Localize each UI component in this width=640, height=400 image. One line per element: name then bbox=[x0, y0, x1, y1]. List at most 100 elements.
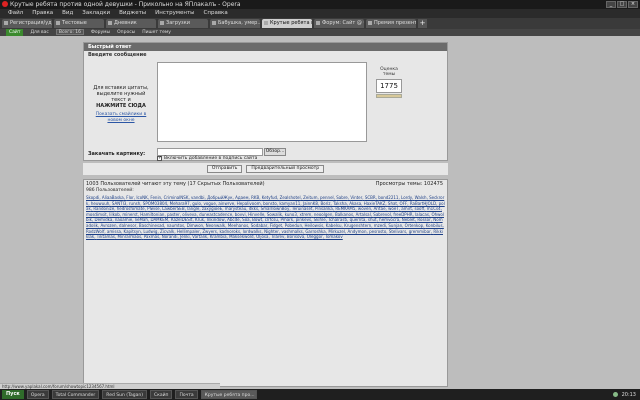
user-link[interactable]: Neonwalk bbox=[206, 223, 226, 228]
user-link[interactable]: Meehanos bbox=[228, 223, 248, 228]
user-link[interactable]: ДобрыйЖук bbox=[207, 195, 232, 200]
user-link[interactable]: SCBR bbox=[365, 195, 376, 200]
taskbar-item[interactable]: Скайп bbox=[150, 390, 173, 399]
user-link[interactable]: Akasa bbox=[349, 201, 361, 206]
user-link[interactable]: Ortenkop bbox=[405, 223, 424, 228]
user-link[interactable]: Hamiltonian bbox=[140, 212, 164, 217]
user-link[interactable]: Pobedun bbox=[285, 223, 302, 228]
user-link[interactable]: OFF bbox=[400, 201, 408, 206]
taskbar-item[interactable]: Red Sun (Tagan) bbox=[102, 390, 147, 399]
user-link[interactable]: oliveva bbox=[182, 212, 196, 217]
new-tab-button[interactable]: + bbox=[418, 19, 427, 28]
rate-button[interactable] bbox=[376, 94, 402, 98]
user-link[interactable]: SPOM03804 bbox=[143, 201, 167, 206]
user-link[interactable]: Ludwig bbox=[143, 229, 157, 234]
user-link[interactable]: hedrosfomate bbox=[117, 206, 145, 211]
user-link[interactable]: Minrarmaos bbox=[118, 234, 142, 239]
user-link[interactable]: Vartalik bbox=[192, 234, 207, 239]
user-link[interactable]: Abcde bbox=[227, 217, 239, 222]
send-button[interactable]: Отправить bbox=[206, 165, 243, 173]
user-link[interactable]: naumtos bbox=[167, 223, 185, 228]
toolbar-item[interactable]: Опросы bbox=[117, 29, 135, 36]
user-link[interactable]: bovvi bbox=[235, 212, 246, 217]
menu-item-widgets[interactable]: Виджеты bbox=[119, 9, 146, 18]
toolbar-item[interactable]: Для вас bbox=[30, 29, 48, 36]
user-link[interactable]: Artalsal bbox=[356, 212, 371, 217]
user-link[interactable]: lalacas bbox=[415, 212, 429, 217]
user-link[interactable]: m1Cs4 bbox=[427, 206, 441, 211]
user-link[interactable]: DAMKEM bbox=[150, 217, 168, 222]
user-link[interactable]: Ketyfud bbox=[262, 195, 277, 200]
user-link[interactable]: Lordy bbox=[401, 195, 412, 200]
user-link[interactable]: runsh bbox=[129, 201, 140, 206]
user-link[interactable]: clrfcsu bbox=[265, 217, 278, 222]
user-link[interactable]: lordwalks bbox=[243, 229, 262, 234]
user-link[interactable]: Balkanos bbox=[335, 212, 353, 217]
start-button[interactable]: Пуск bbox=[2, 390, 24, 399]
user-link[interactable]: Zeitum bbox=[303, 195, 317, 200]
user-link[interactable]: Taksha bbox=[333, 201, 347, 206]
user-link[interactable]: xtrem bbox=[299, 212, 311, 217]
user-link[interactable]: Aritae bbox=[374, 206, 386, 211]
user-link[interactable]: quernta bbox=[350, 217, 366, 222]
user-link[interactable]: lieMah bbox=[135, 217, 148, 222]
user-link[interactable]: Inkindow bbox=[207, 217, 225, 222]
user-link[interactable]: Fidget bbox=[270, 223, 282, 228]
user-link[interactable]: IcoNK bbox=[136, 195, 147, 200]
user-link[interactable]: kamyan11 bbox=[279, 201, 300, 206]
user-link[interactable]: Sabrevol bbox=[373, 212, 390, 217]
user-link[interactable]: Sodabar bbox=[251, 223, 268, 228]
user-link[interactable]: Vinter bbox=[350, 195, 362, 200]
user-link[interactable]: Paxmas bbox=[144, 234, 159, 239]
user-link[interactable]: Neblet bbox=[402, 217, 415, 222]
user-link[interactable]: gulo bbox=[192, 201, 201, 206]
file-input[interactable] bbox=[157, 148, 263, 156]
user-link[interactable]: Sunjan bbox=[388, 223, 402, 228]
user-link[interactable]: Bowt bbox=[252, 217, 262, 222]
user-link[interactable]: shut bbox=[368, 217, 377, 222]
user-link[interactable]: LawberSEB bbox=[162, 206, 184, 211]
user-link[interactable]: RazelDESlt bbox=[171, 217, 193, 222]
user-link[interactable]: Konbilus bbox=[426, 223, 443, 228]
user-link[interactable]: SmallTownBoy bbox=[261, 206, 290, 211]
user-link[interactable]: langle bbox=[187, 206, 199, 211]
user-link[interactable]: Heilowsis bbox=[305, 223, 324, 228]
user-link[interactable]: bonsto bbox=[263, 201, 277, 206]
user-link[interactable]: dalnesor bbox=[119, 223, 136, 228]
menu-item-file[interactable]: Файл bbox=[8, 9, 23, 18]
maximize-button[interactable]: □ bbox=[617, 1, 627, 8]
user-link[interactable]: SANTI3 bbox=[112, 201, 127, 206]
tab[interactable]: Бабушка, умер... bbox=[210, 19, 260, 28]
user-link[interactable]: Kabelsu bbox=[326, 223, 342, 228]
user-link[interactable]: Sabre bbox=[336, 195, 348, 200]
toolbar-item[interactable]: Всего: 16 bbox=[55, 29, 84, 35]
menu-item-view[interactable]: Вид bbox=[62, 9, 73, 18]
user-link[interactable]: neoolgen bbox=[314, 212, 333, 217]
user-link[interactable]: Pmark bbox=[280, 217, 293, 222]
user-link[interactable]: Stelivars bbox=[389, 229, 406, 234]
minimize-button[interactable]: _ bbox=[606, 1, 616, 8]
user-link[interactable]: vashmalks bbox=[281, 229, 302, 234]
user-link[interactable]: pesrosto bbox=[369, 229, 386, 234]
user-link[interactable]: kuno3 bbox=[285, 212, 297, 217]
user-link[interactable]: amissa bbox=[107, 229, 121, 234]
user-link[interactable]: Hellimpaler bbox=[177, 229, 200, 234]
user-link[interactable]: Tomakov bbox=[325, 234, 343, 239]
user-link[interactable]: Oljosa bbox=[256, 234, 268, 239]
user-link[interactable]: pennel bbox=[320, 195, 334, 200]
user-link[interactable]: Hepalivoom bbox=[237, 201, 261, 206]
user-link[interactable]: paster bbox=[167, 212, 180, 217]
checkbox-icon[interactable] bbox=[157, 155, 162, 161]
user-link[interactable]: Mehara97 bbox=[170, 201, 190, 206]
user-link[interactable]: Адаем bbox=[235, 195, 248, 200]
smilies-link[interactable]: Показать смайлики в новом окне bbox=[90, 112, 152, 124]
user-link[interactable]: freeDPHR bbox=[393, 212, 412, 217]
user-link[interactable]: dkks bbox=[249, 206, 258, 211]
tab-active[interactable]: Крутые ребята против... bbox=[262, 19, 312, 28]
user-link[interactable]: Walsh bbox=[415, 195, 427, 200]
tab[interactable]: Загрузки bbox=[158, 19, 208, 28]
user-link[interactable]: Shat bbox=[388, 201, 397, 206]
user-link[interactable]: Plwise bbox=[147, 206, 159, 211]
menu-item-bookmarks[interactable]: Закладки bbox=[82, 9, 110, 18]
user-link[interactable]: Hinvelle bbox=[248, 212, 264, 217]
